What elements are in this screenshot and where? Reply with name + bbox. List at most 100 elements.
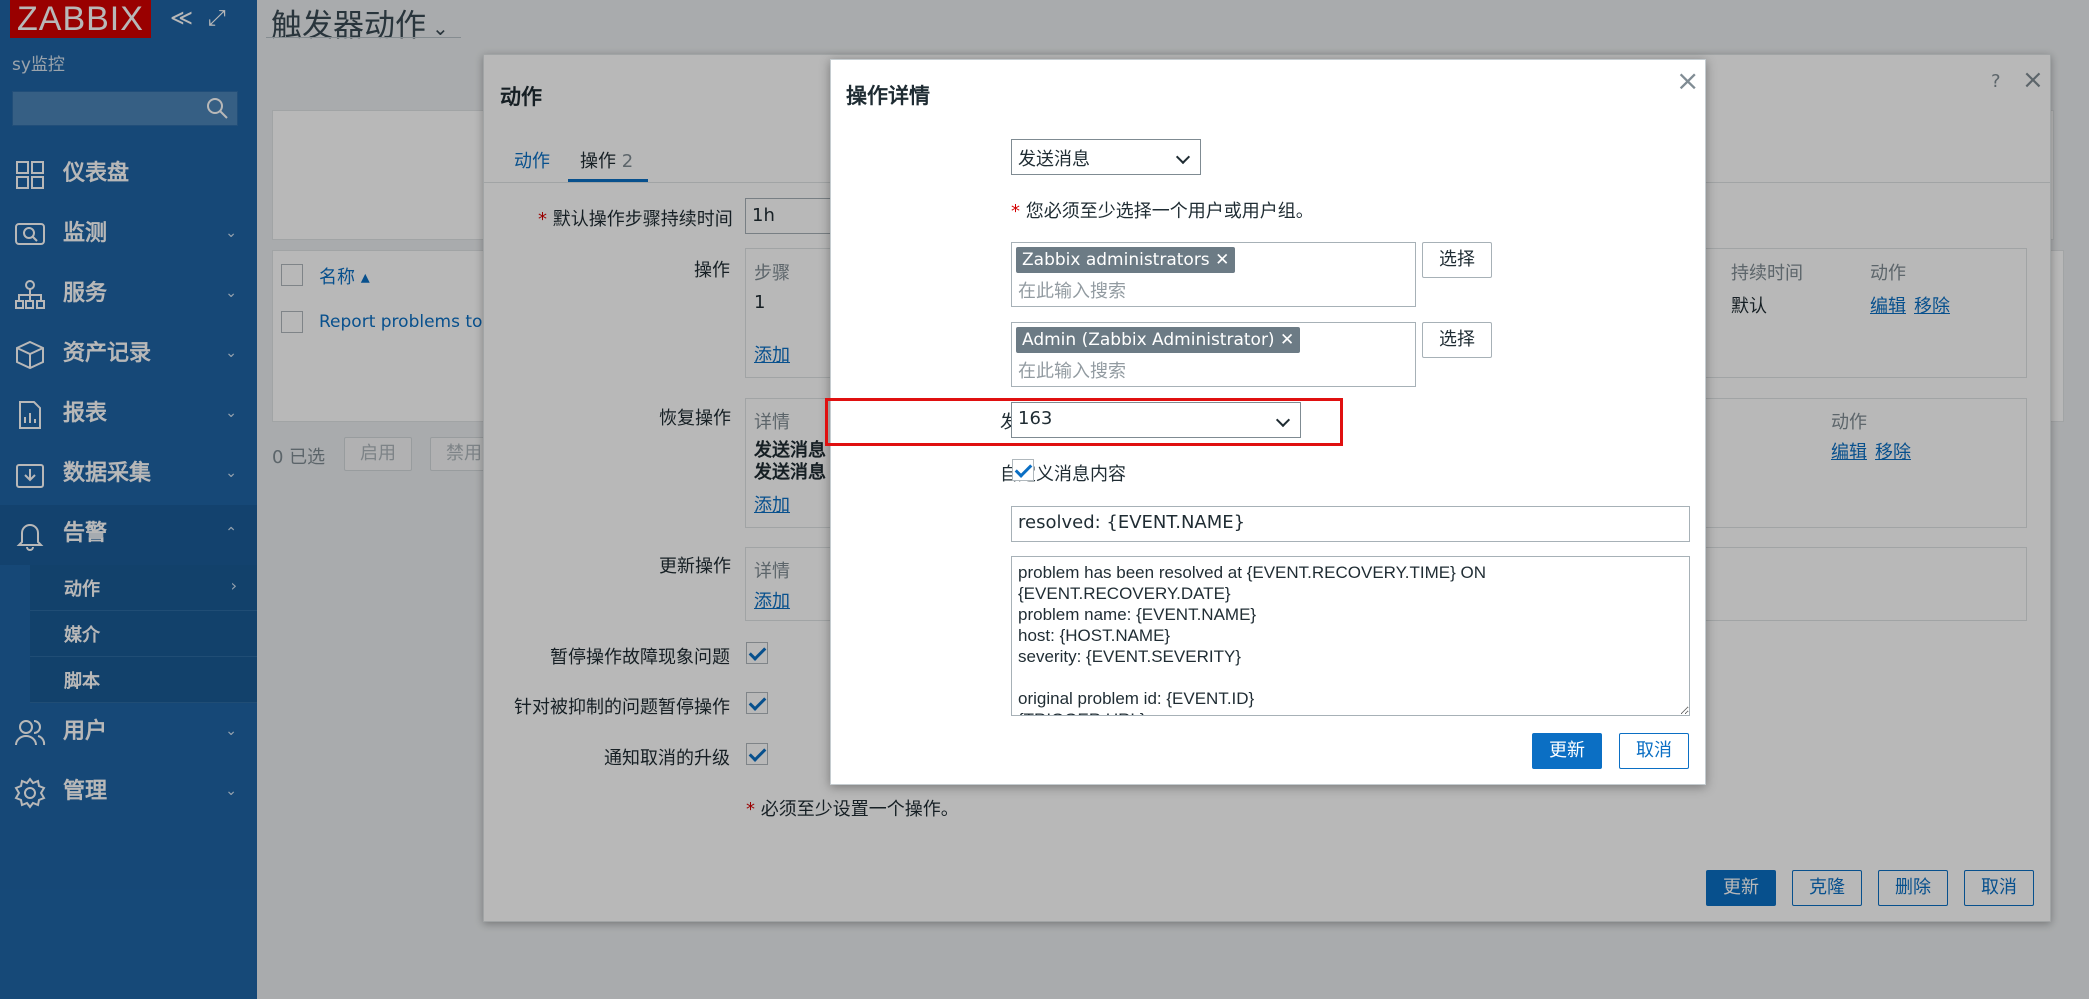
- subnav-scripts[interactable]: 脚本: [30, 657, 257, 703]
- search-input[interactable]: [12, 91, 238, 126]
- chevron-down-icon: ⌄: [432, 15, 449, 40]
- user-group-chip[interactable]: Zabbix administrators ✕: [1016, 247, 1236, 273]
- row-checkbox[interactable]: [281, 311, 303, 333]
- reports-icon: [19, 401, 41, 429]
- kiosk-mode-icon[interactable]: ⤢: [208, 6, 226, 31]
- clone-button[interactable]: 克隆: [1792, 870, 1862, 906]
- enable-button[interactable]: 启用: [344, 437, 412, 471]
- page-title-text: 触发器动作: [271, 8, 426, 44]
- close-icon[interactable]: ×: [1676, 64, 1699, 97]
- nav-label: 资产记录: [63, 341, 152, 366]
- col-details: 详情: [754, 412, 790, 433]
- nav-reports[interactable]: 报表 ⌄: [0, 385, 257, 445]
- cancel-button[interactable]: 取消: [1619, 733, 1689, 769]
- monitoring-icon: [15, 223, 45, 245]
- message-textarea[interactable]: problem has been resolved at {EVENT.RECO…: [1011, 556, 1690, 716]
- nav-dashboard[interactable]: 仪表盘: [0, 145, 257, 205]
- nav-label: 报表: [63, 401, 108, 426]
- edit-link[interactable]: 编辑: [1870, 292, 1906, 318]
- select-user-groups-button[interactable]: 选择: [1422, 242, 1492, 278]
- nav-label: 监测: [63, 221, 108, 246]
- action-name-link[interactable]: Report problems to Z: [319, 312, 499, 332]
- nav-data-collection[interactable]: 数据采集 ⌄: [0, 445, 257, 505]
- nav-services[interactable]: 服务 ⌄: [0, 265, 257, 325]
- sidebar: ZABBIX ≪ ⤢ sy监控 仪表盘 监测 ⌄ 服务 ⌄ 资产记录 ⌄ 报表 …: [0, 0, 257, 999]
- title-underline: [266, 37, 461, 38]
- operation-select-value: 发送消息: [1018, 149, 1090, 170]
- bell-icon: [16, 524, 44, 551]
- chevron-right-icon: ›: [230, 576, 237, 595]
- chevron-down-icon: ⌄: [225, 723, 237, 739]
- remove-link[interactable]: 移除: [1875, 438, 1911, 464]
- nav-administration[interactable]: 管理 ⌄: [0, 763, 257, 823]
- cancel-button[interactable]: 取消: [1964, 870, 2034, 906]
- require-operation-note: * 必须至少设置一个操作。: [746, 799, 959, 820]
- gear-icon: [14, 777, 46, 809]
- chevron-down-icon: ⌄: [225, 405, 237, 421]
- chevron-down-icon: ⌄: [225, 345, 237, 361]
- col-step: 步骤: [754, 263, 790, 284]
- nav-label: 告警: [63, 521, 108, 546]
- nav-label: 数据采集: [63, 461, 152, 486]
- search-placeholder[interactable]: 在此输入搜索: [1018, 357, 1126, 383]
- delete-button[interactable]: 删除: [1878, 870, 1948, 906]
- tab-operations[interactable]: 操作 2: [580, 147, 633, 173]
- column-name-sort[interactable]: 名称 ▴: [319, 263, 370, 289]
- pause-symptoms-checkbox[interactable]: [746, 642, 768, 664]
- highlight-box: [825, 398, 1343, 446]
- collapse-sidebar-icon[interactable]: ≪: [170, 6, 193, 31]
- remove-chip-icon[interactable]: ✕: [1215, 250, 1229, 270]
- remove-chip-icon[interactable]: ✕: [1280, 330, 1294, 350]
- close-icon[interactable]: ×: [2022, 65, 2044, 95]
- chevron-down-icon: [1175, 149, 1191, 165]
- help-icon[interactable]: ?: [1991, 71, 2001, 92]
- pause-suppressed-checkbox[interactable]: [746, 692, 768, 714]
- search-placeholder[interactable]: 在此输入搜索: [1018, 277, 1126, 303]
- user-groups-multiselect[interactable]: Zabbix administrators ✕ 在此输入搜索: [1011, 242, 1416, 307]
- dialog-title: 动作: [500, 85, 542, 109]
- add-update-link[interactable]: 添加: [754, 587, 790, 613]
- chevron-down-icon: ⌄: [225, 285, 237, 301]
- add-operation-link[interactable]: 添加: [754, 341, 790, 367]
- subnav-label: 媒介: [64, 625, 100, 646]
- default-step-label: * 默认操作步骤持续时间: [538, 209, 733, 230]
- nav-alerts[interactable]: 告警 ⌃: [0, 505, 257, 565]
- subnav-label: 脚本: [64, 671, 100, 692]
- col-duration: 持续时间: [1731, 263, 1803, 284]
- tab-action[interactable]: 动作: [514, 147, 550, 173]
- nav-label: 用户: [63, 719, 108, 744]
- operation-select[interactable]: 发送消息: [1011, 139, 1201, 175]
- selected-count: 0 已选: [272, 447, 326, 468]
- users-multiselect[interactable]: Admin (Zabbix Administrator) ✕ 在此输入搜索: [1011, 322, 1416, 387]
- user-chip[interactable]: Admin (Zabbix Administrator) ✕: [1016, 327, 1301, 353]
- search-icon[interactable]: [205, 96, 229, 120]
- custom-message-label: 自定义消息内容: [1000, 464, 1126, 485]
- remove-link[interactable]: 移除: [1914, 292, 1950, 318]
- notify-cancel-label: 通知取消的升级: [604, 748, 730, 769]
- subnav-media[interactable]: 媒介: [30, 611, 257, 657]
- subnav-actions[interactable]: 动作 ›: [30, 565, 257, 611]
- add-recovery-link[interactable]: 添加: [754, 491, 790, 517]
- select-all-checkbox[interactable]: [281, 264, 303, 286]
- col-action: 动作: [1831, 412, 1867, 433]
- server-name: sy监控: [12, 55, 65, 75]
- nav-monitoring[interactable]: 监测 ⌄: [0, 205, 257, 265]
- nav-users[interactable]: 用户 ⌄: [0, 703, 257, 763]
- nav-label: 仪表盘: [63, 161, 130, 186]
- update-button[interactable]: 更新: [1532, 733, 1602, 769]
- services-icon: [15, 280, 45, 309]
- zabbix-logo[interactable]: ZABBIX: [10, 0, 151, 38]
- chevron-down-icon: ⌄: [225, 783, 237, 799]
- custom-message-checkbox[interactable]: [1012, 459, 1034, 481]
- subject-input[interactable]: resolved: {EVENT.NAME}: [1011, 506, 1690, 542]
- chevron-down-icon: ⌄: [225, 465, 237, 481]
- update-button[interactable]: 更新: [1706, 870, 1776, 906]
- recovery-row: 发送消息: [754, 462, 826, 483]
- nav-inventory[interactable]: 资产记录 ⌄: [0, 325, 257, 385]
- notify-cancel-checkbox[interactable]: [746, 743, 768, 765]
- select-users-button[interactable]: 选择: [1422, 322, 1492, 358]
- chevron-down-icon: ⌄: [225, 225, 237, 241]
- operations-label: 操作: [694, 260, 730, 281]
- page-title[interactable]: 触发器动作 ⌄: [271, 0, 449, 45]
- edit-link[interactable]: 编辑: [1831, 438, 1867, 464]
